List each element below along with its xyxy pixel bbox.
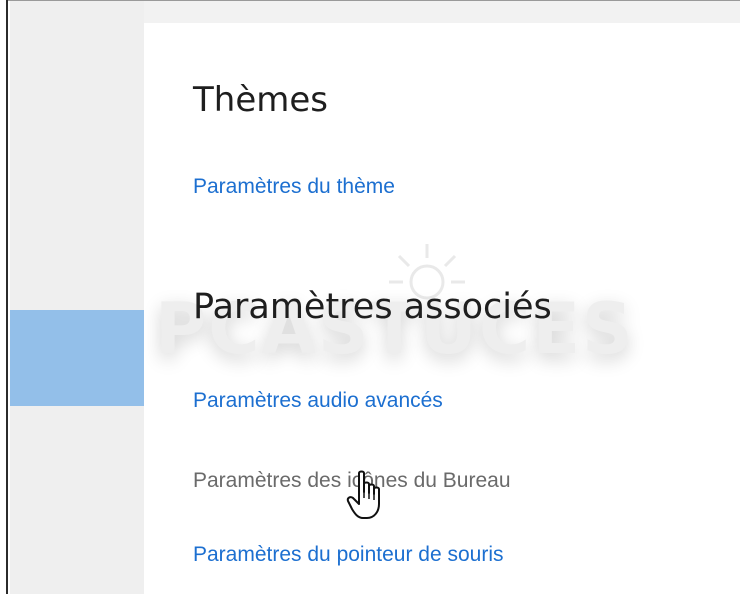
window-left-edge bbox=[0, 0, 8, 594]
sidebar-item-selected[interactable] bbox=[10, 310, 144, 406]
advanced-audio-settings-link[interactable]: Paramètres audio avancés bbox=[193, 389, 443, 413]
content-top-strip bbox=[144, 1, 740, 23]
section-title-related-settings: Paramètres associés bbox=[193, 287, 552, 327]
mouse-pointer-settings-link[interactable]: Paramètres du pointeur de souris bbox=[193, 543, 504, 567]
theme-settings-link[interactable]: Paramètres du thème bbox=[193, 175, 395, 199]
sidebar bbox=[10, 1, 144, 594]
section-title-themes: Thèmes bbox=[193, 80, 328, 120]
hand-pointer-icon bbox=[346, 470, 380, 519]
